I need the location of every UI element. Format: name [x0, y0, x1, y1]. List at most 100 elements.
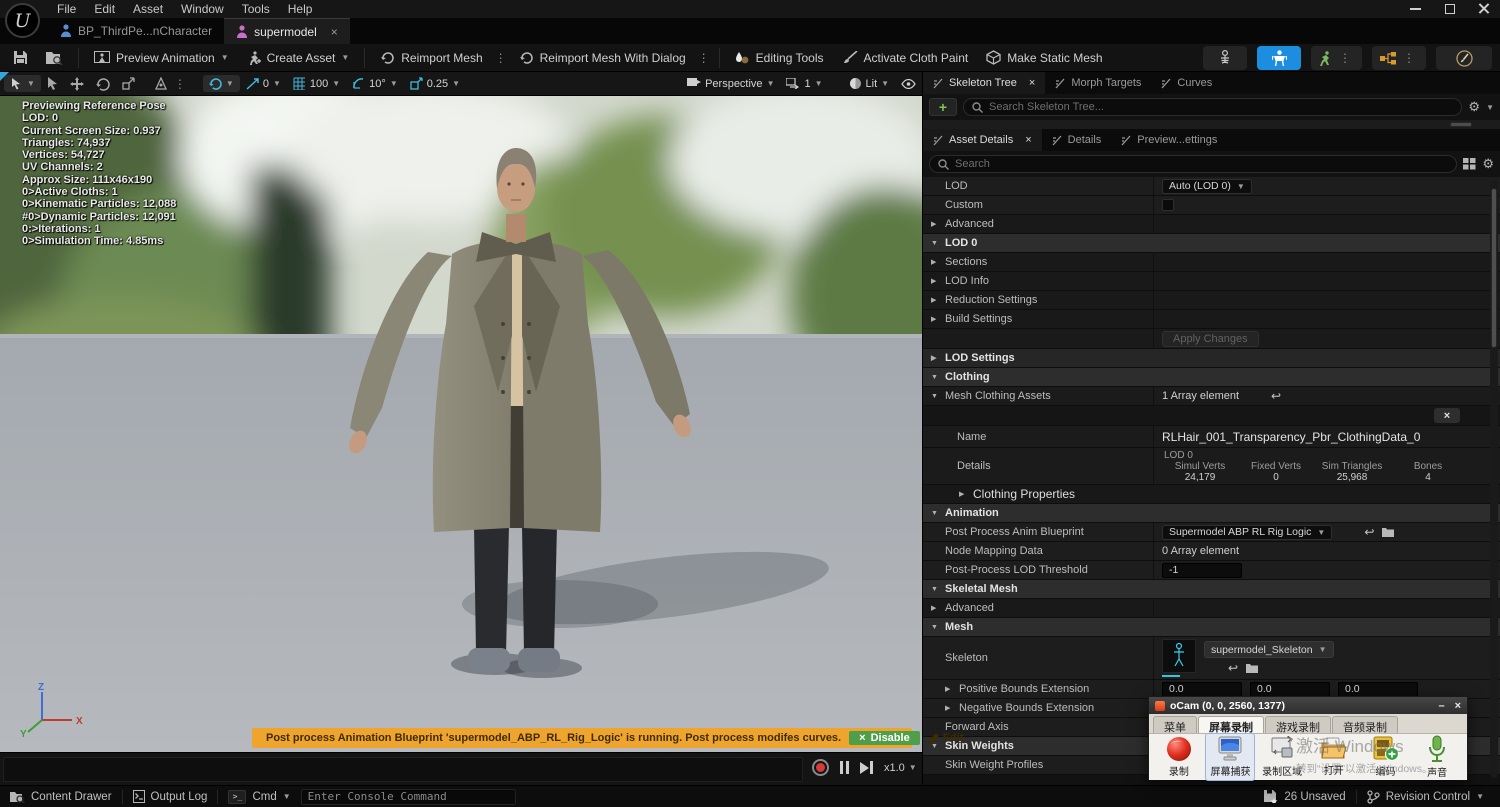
tab-close-icon[interactable]: × — [331, 25, 338, 39]
display-filter-icon[interactable] — [1463, 158, 1476, 170]
skeleton-search-input[interactable]: Search Skeleton Tree... — [963, 98, 1463, 116]
tab-curves[interactable]: Curves — [1151, 72, 1222, 94]
prop-dropdown[interactable]: Supermodel ABP RL Rig Logic ▼ — [1162, 524, 1333, 540]
menu-file[interactable]: File — [48, 0, 85, 18]
timeline-track[interactable] — [3, 757, 803, 782]
mesh-mode-button[interactable] — [1257, 46, 1301, 70]
expander-icon[interactable]: ▼ — [931, 240, 940, 247]
expander-icon[interactable]: ▼ — [931, 393, 940, 400]
content-drawer-button[interactable]: Content Drawer — [0, 786, 122, 807]
category-label[interactable]: ▶ LOD Settings — [923, 349, 1015, 367]
horizontal-scrollbar[interactable] — [923, 120, 1500, 129]
menu-help[interactable]: Help — [279, 0, 322, 18]
expander-icon[interactable]: ▶ — [931, 604, 940, 612]
menu-asset[interactable]: Asset — [124, 0, 172, 18]
tab-close-icon[interactable]: × — [1029, 77, 1035, 89]
cmd-selector[interactable]: >_ Cmd ▼ — [218, 786, 300, 807]
blueprint-mode-button[interactable]: ⋮ — [1372, 46, 1426, 70]
browse-to-asset-icon[interactable] — [1246, 663, 1259, 673]
unreal-logo-icon[interactable]: U — [5, 3, 40, 38]
disable-button[interactable]: × Disable — [849, 731, 920, 745]
expander-icon[interactable]: ▶ — [931, 258, 940, 266]
array-head-label[interactable]: ▼ Mesh Clothing Assets — [923, 387, 1153, 405]
ocam-title-bar[interactable]: oCam (0, 0, 2560, 1377) – × — [1149, 697, 1467, 714]
browse-button[interactable] — [37, 46, 72, 70]
category-label[interactable]: ▼ Animation — [923, 504, 999, 522]
activate-cloth-paint-button[interactable]: Activate Cloth Paint — [833, 46, 978, 70]
grid-snap-button[interactable]: 100 ▼ — [287, 75, 346, 92]
step-forward-button[interactable] — [860, 761, 873, 774]
restore-icon[interactable] — [1444, 2, 1456, 14]
category-label[interactable]: ▼ Clothing — [923, 368, 990, 386]
category-label[interactable]: ▼ Mesh — [923, 618, 973, 636]
reimport-options-icon[interactable]: ⋮ — [492, 51, 510, 65]
animation-options-icon[interactable]: ⋮ — [1336, 51, 1354, 65]
tab-asset-details[interactable]: Asset Details × — [923, 129, 1042, 151]
surface-snap-button[interactable]: 0 ▼ — [240, 76, 287, 92]
clothing-properties-label[interactable]: ▶ Clothing Properties — [923, 485, 1075, 503]
tool-options-icon[interactable]: ⋮ — [171, 77, 189, 91]
apply-changes-button[interactable]: Apply Changes — [1162, 330, 1259, 347]
add-bone-button[interactable]: + — [929, 98, 957, 116]
expander-icon[interactable]: ▶ — [945, 704, 954, 712]
menu-tools[interactable]: Tools — [233, 0, 279, 18]
edit-button[interactable]: Edit — [927, 732, 963, 744]
ocam-close-icon[interactable]: × — [1455, 700, 1461, 712]
vector-input[interactable]: 0.0 — [1338, 681, 1418, 697]
ocam-minimize-icon[interactable]: – — [1438, 700, 1444, 712]
rotation-snap-button[interactable]: 10° ▼ — [346, 75, 404, 92]
skeleton-mode-button[interactable] — [1203, 46, 1247, 70]
move-tool-button[interactable] — [64, 75, 90, 93]
gear-caret-icon[interactable]: ▼ — [1486, 103, 1494, 112]
expander-icon[interactable]: ▼ — [931, 510, 940, 517]
menu-window[interactable]: Window — [172, 0, 233, 18]
undo-icon[interactable]: ↩ — [1271, 389, 1281, 403]
minimize-icon[interactable] — [1410, 2, 1422, 14]
category-label[interactable]: ▼ Skeletal Mesh — [923, 580, 1018, 598]
ocam-button-record-region-icon[interactable]: 录制区域 — [1257, 734, 1307, 780]
tab-skeleton-tree[interactable]: Skeleton Tree × — [923, 72, 1046, 94]
tab-morph-targets[interactable]: Morph Targets — [1045, 72, 1151, 94]
sub-row-label[interactable]: ▶ Reduction Settings — [923, 291, 1153, 309]
unsaved-button[interactable]: 26 Unsaved — [1254, 786, 1355, 807]
ocam-tab[interactable]: 音频录制 — [1332, 716, 1398, 734]
close-icon[interactable] — [1478, 2, 1490, 14]
coordinate-space-button[interactable]: ⋮ — [149, 75, 195, 93]
asset-tab-bp-thirdpe---ncharacter[interactable]: BP_ThirdPe...nCharacter — [48, 18, 224, 44]
camera-speed-button[interactable]: 1 ▼ — [780, 76, 828, 92]
reimport-mesh-dialog-button[interactable]: Reimport Mesh With Dialog — [510, 46, 695, 70]
expander-icon[interactable]: ▶ — [931, 220, 940, 228]
console-command-input[interactable]: Enter Console Command — [300, 788, 516, 805]
ocam-tab[interactable]: 游戏录制 — [1265, 716, 1331, 734]
use-selected-icon[interactable]: ↩ — [1228, 661, 1238, 675]
expander-icon[interactable]: ▶ — [931, 277, 940, 285]
select-tool-button[interactable] — [41, 75, 64, 92]
tab-details[interactable]: Details — [1042, 129, 1112, 151]
category-label[interactable]: ▼ LOD 0 — [923, 234, 977, 252]
scale-snap-button[interactable]: 0.25 ▼ — [404, 75, 466, 92]
gear-icon[interactable]: ⚙ — [1468, 99, 1480, 115]
tab-close-icon[interactable]: × — [1025, 134, 1031, 146]
prop-input[interactable]: -1 — [1162, 562, 1242, 578]
revision-control-button[interactable]: Revision Control ▼ — [1357, 786, 1500, 807]
blueprint-options-icon[interactable]: ⋮ — [1400, 51, 1418, 65]
record-button[interactable] — [812, 759, 829, 776]
ocam-button-sound-icon[interactable]: 声音 — [1412, 733, 1462, 781]
paint-mode-button[interactable] — [1436, 46, 1492, 70]
expander-icon[interactable]: ▶ — [931, 296, 940, 304]
tab-preview---ettings[interactable]: Preview...ettings — [1111, 129, 1227, 151]
perspective-button[interactable]: Perspective ▼ — [681, 76, 780, 92]
expander-icon[interactable]: ▶ — [931, 354, 940, 362]
ocam-button-open-folder-icon[interactable]: 打开 — [1309, 735, 1359, 779]
prop-checkbox[interactable] — [1162, 199, 1174, 211]
details-search-input[interactable]: Search — [929, 155, 1458, 173]
ocam-window[interactable]: oCam (0, 0, 2560, 1377) – × 菜单 屏幕录制 游戏录制 音频… — [1148, 696, 1468, 781]
browse-to-asset-icon[interactable] — [1382, 527, 1395, 537]
details-gear-icon[interactable]: ⚙ — [1482, 156, 1494, 172]
expander-icon[interactable]: ▶ — [945, 685, 954, 693]
vector-input[interactable]: 0.0 — [1162, 681, 1242, 697]
expander-icon[interactable]: ▼ — [931, 374, 940, 381]
skeleton-dropdown[interactable]: supermodel_Skeleton ▼ — [1204, 641, 1334, 658]
rotate-tool-button[interactable] — [90, 75, 116, 93]
reimport-mesh-button[interactable]: Reimport Mesh — [371, 46, 491, 70]
